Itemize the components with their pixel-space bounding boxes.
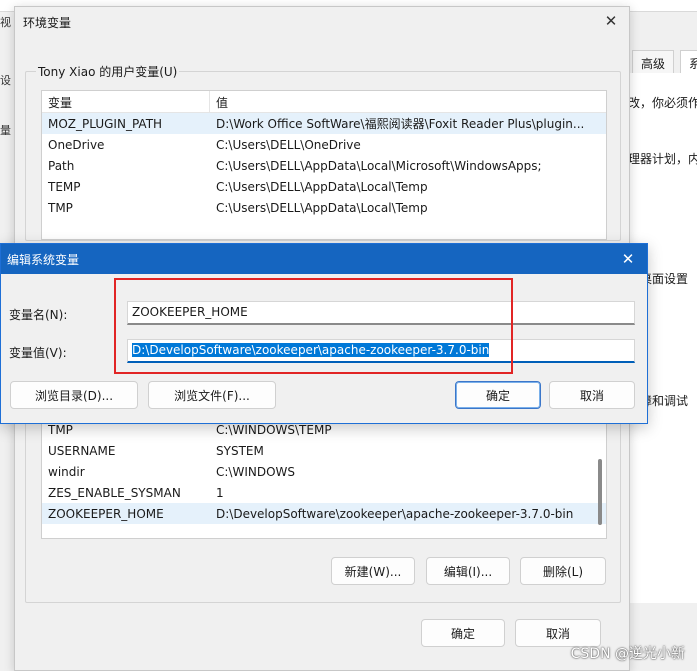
system-list-scrollbar[interactable] xyxy=(598,459,602,525)
edit-system-variable-dialog: 编辑系统变量 ✕ 变量名(N): ZOOKEEPER_HOME 变量值(V): … xyxy=(0,243,648,424)
system-var-row[interactable]: windir C:\WINDOWS xyxy=(42,461,606,482)
var-value: C:\Users\DELL\OneDrive xyxy=(216,137,361,152)
var-name: MOZ_PLUGIN_PATH xyxy=(48,116,163,131)
user-var-row[interactable]: OneDrive C:\Users\DELL\OneDrive xyxy=(42,134,606,155)
system-var-row[interactable]: USERNAME SYSTEM xyxy=(42,440,606,461)
var-name: ZES_ENABLE_SYSMAN xyxy=(48,485,181,500)
watermark: CSDN @逆光小新 xyxy=(570,646,685,662)
var-name: Path xyxy=(48,158,75,173)
variable-name-label: 变量名(N): xyxy=(9,308,68,322)
edit-dialog-titlebar: 编辑系统变量 ✕ xyxy=(1,244,647,274)
var-value: C:\WINDOWS xyxy=(216,464,296,479)
column-header-name[interactable]: 变量 xyxy=(42,91,210,112)
user-variables-list[interactable]: 变量 值 MOZ_PLUGIN_PATH D:\Work Office Soft… xyxy=(41,90,607,240)
user-var-row[interactable]: MOZ_PLUGIN_PATH D:\Work Office SoftWare\… xyxy=(42,113,606,134)
edit-dialog-title: 编辑系统变量 xyxy=(7,253,80,267)
background-fragment-left-1: 设 xyxy=(0,74,11,87)
user-var-row[interactable]: TMP C:\Users\DELL\AppData\Local\Temp xyxy=(42,197,606,218)
env-window-title: 环境变量 xyxy=(23,16,72,30)
tab-next[interactable]: 系 xyxy=(680,50,697,74)
var-value: D:\DevelopSoftware\zookeeper\apache-zook… xyxy=(216,506,574,521)
new-button[interactable]: 新建(W)... xyxy=(331,557,415,585)
variable-value-label: 变量值(V): xyxy=(9,346,67,360)
system-var-row[interactable]: ZOOKEEPER_HOME D:\DevelopSoftware\zookee… xyxy=(42,503,606,524)
background-fragment-left-2: 量 xyxy=(0,124,11,137)
user-variables-label: Tony Xiao 的用户变量(U) xyxy=(36,63,180,80)
delete-button[interactable]: 删除(L) xyxy=(520,557,606,585)
var-value: C:\WINDOWS\TEMP xyxy=(216,422,332,437)
var-name: windir xyxy=(48,464,85,479)
edit-button[interactable]: 编辑(I)... xyxy=(426,557,510,585)
system-var-row[interactable]: ZES_ENABLE_SYSMAN 1 xyxy=(42,482,606,503)
user-var-row[interactable]: Path C:\Users\DELL\AppData\Local\Microso… xyxy=(42,155,606,176)
ok-button[interactable]: 确定 xyxy=(421,619,505,647)
user-var-row[interactable]: TEMP C:\Users\DELL\AppData\Local\Temp xyxy=(42,176,606,197)
variable-value-input[interactable]: D:\DevelopSoftware\zookeeper\apache-zook… xyxy=(127,339,635,363)
var-value: 1 xyxy=(216,485,224,500)
tab-advanced[interactable]: 高级 xyxy=(632,50,675,74)
close-icon[interactable]: ✕ xyxy=(601,11,621,31)
var-value: C:\Users\DELL\AppData\Local\Temp xyxy=(216,179,428,194)
var-name: TMP xyxy=(48,200,73,215)
column-header-value[interactable]: 值 xyxy=(210,91,606,112)
ok-button[interactable]: 确定 xyxy=(455,381,541,409)
var-value: SYSTEM xyxy=(216,443,264,458)
cancel-button[interactable]: 取消 xyxy=(549,381,635,409)
var-value: C:\Users\DELL\AppData\Local\Microsoft\Wi… xyxy=(216,158,542,173)
browse-directory-button[interactable]: 浏览目录(D)... xyxy=(10,381,138,409)
background-fragment-top: 视 xyxy=(0,16,11,29)
var-name: ZOOKEEPER_HOME xyxy=(48,506,164,521)
background-snippet-2: 理器计划，内 xyxy=(628,152,697,166)
var-name: TEMP xyxy=(48,179,81,194)
env-window-titlebar: 环境变量 ✕ xyxy=(15,7,629,35)
selected-value-text: D:\DevelopSoftware\zookeeper\apache-zook… xyxy=(132,343,490,357)
var-name: TMP xyxy=(48,422,73,437)
variable-name-input[interactable]: ZOOKEEPER_HOME xyxy=(127,301,635,325)
var-value: C:\Users\DELL\AppData\Local\Temp xyxy=(216,200,428,215)
var-value: D:\Work Office SoftWare\福熙阅读器\Foxit Read… xyxy=(216,117,585,131)
list-header: 变量 值 xyxy=(42,91,606,113)
system-variables-list[interactable]: TMP C:\WINDOWS\TEMP USERNAME SYSTEM wind… xyxy=(41,419,607,539)
background-snippet-1: 改，你必须作 xyxy=(628,96,697,110)
var-name: OneDrive xyxy=(48,137,105,152)
browse-file-button[interactable]: 浏览文件(F)... xyxy=(148,381,276,409)
var-name: USERNAME xyxy=(48,443,116,458)
close-icon[interactable]: ✕ xyxy=(617,248,639,270)
